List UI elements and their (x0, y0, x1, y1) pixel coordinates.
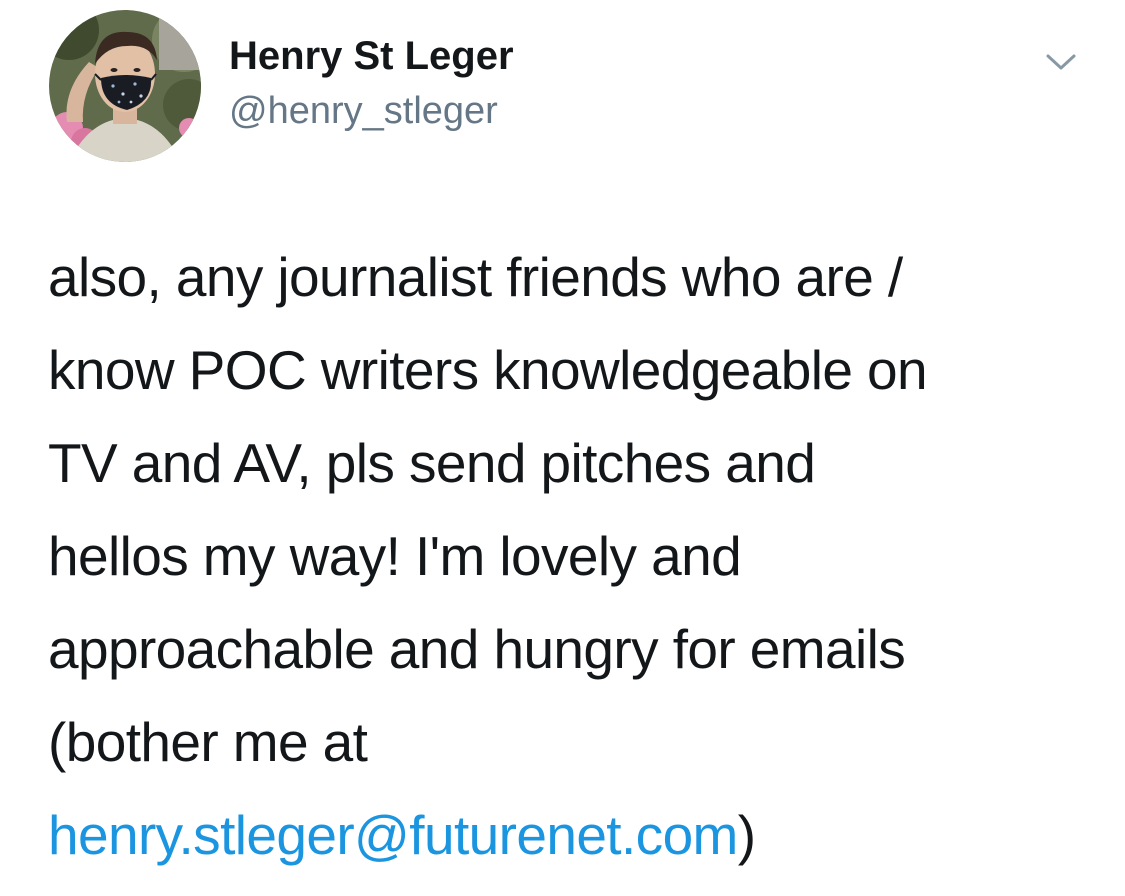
tweet-text-line: know POC writers knowledgeable on (48, 339, 928, 401)
tweet-text-line: TV and AV, pls send pitches and (48, 432, 816, 494)
chevron-down-icon (1038, 44, 1084, 78)
avatar-photo (49, 10, 201, 162)
tweet-text-line-email: henry.stleger@futurenet.com) (48, 789, 1108, 882)
tweet-menu-button[interactable] (1038, 44, 1084, 78)
author-display-name[interactable]: Henry St Leger (229, 34, 514, 79)
author-handle[interactable]: @henry_stleger (229, 90, 498, 133)
email-link[interactable]: henry.stleger@futurenet.com (48, 804, 738, 866)
avatar[interactable] (49, 10, 201, 162)
tweet-text-line: also, any journalist friends who are / (48, 246, 903, 308)
tweet-text-line: hellos my way! I'm lovely and (48, 525, 742, 587)
tweet: Henry St Leger @henry_stleger also, any … (0, 0, 1125, 896)
tweet-text: also, any journalist friends who are / k… (48, 231, 1108, 882)
closing-paren: ) (737, 804, 756, 866)
tweet-text-line: approachable and hungry for emails (48, 618, 906, 680)
tweet-text-line: (bother me at (48, 711, 368, 773)
